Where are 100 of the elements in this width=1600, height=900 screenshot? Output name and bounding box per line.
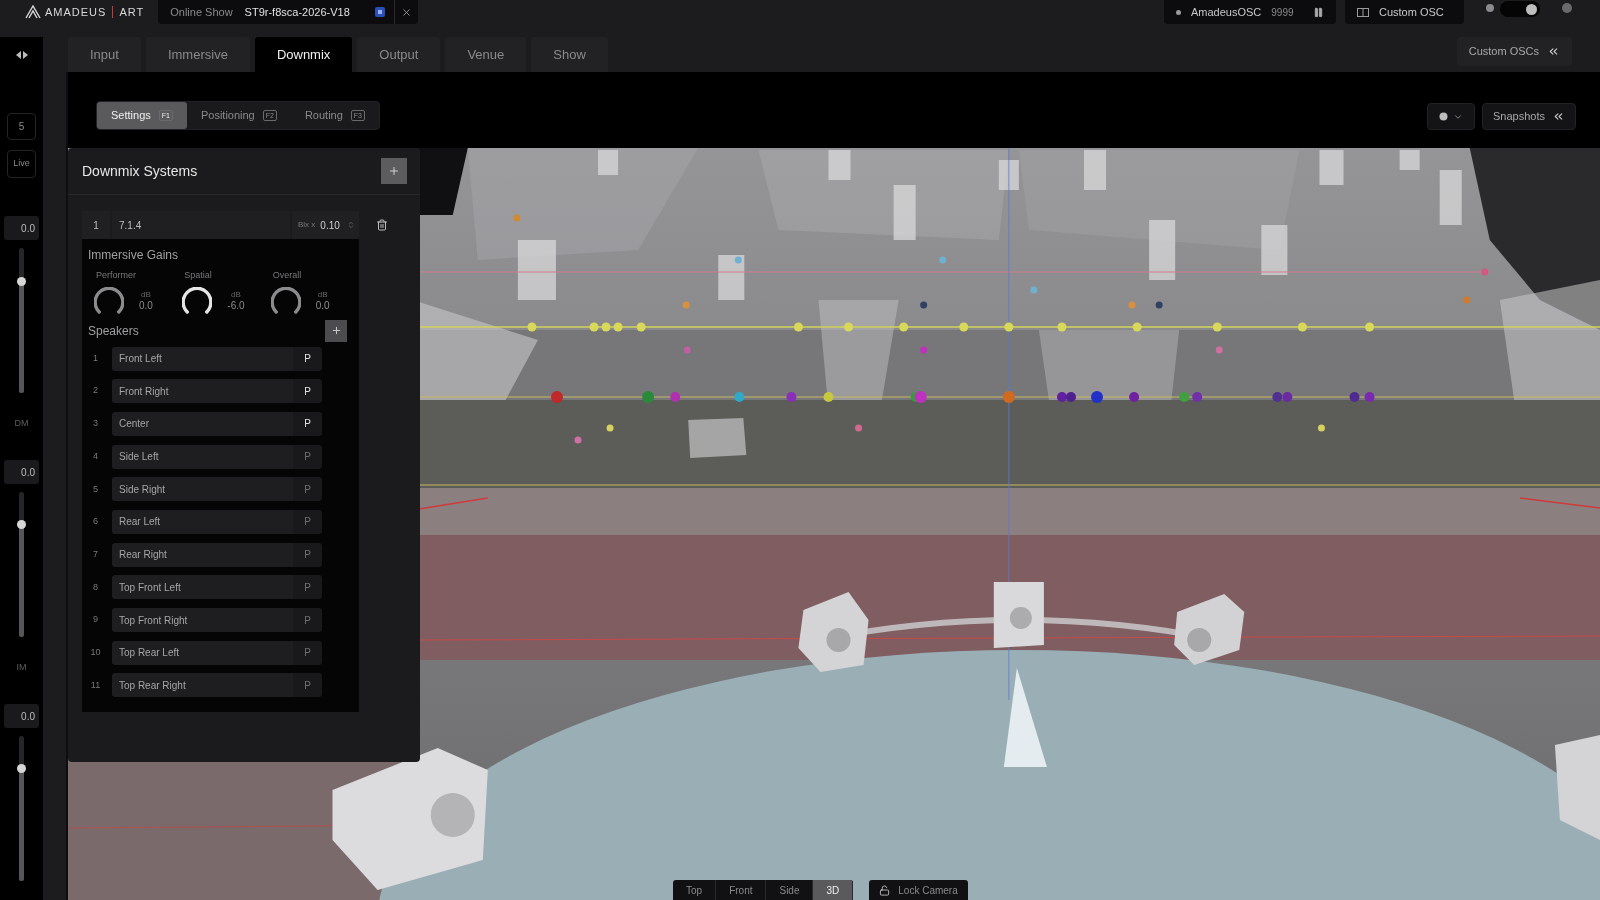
nav-tab[interactable]: Immersive xyxy=(145,37,250,72)
plus-icon xyxy=(330,325,342,336)
speaker-p-button[interactable]: P xyxy=(293,608,322,632)
fader-track[interactable] xyxy=(19,736,24,881)
fader-handle[interactable] xyxy=(17,277,26,287)
collapse-icon xyxy=(1547,45,1560,58)
fader-handle[interactable] xyxy=(17,519,26,529)
nav-tab[interactable]: Input xyxy=(68,37,141,72)
system-name-field[interactable]: 7.1.4 xyxy=(112,211,290,239)
fader-label: IM xyxy=(16,661,27,674)
speaker-name-field[interactable]: Side Right xyxy=(112,477,293,502)
lock-camera-button[interactable]: Lock Camera xyxy=(869,880,968,900)
trash-icon xyxy=(376,219,388,231)
toggle-switch[interactable] xyxy=(1500,1,1540,17)
speaker-index: 11 xyxy=(89,678,102,692)
speaker-name-field[interactable]: Top Rear Right xyxy=(112,673,293,698)
speaker-index: 5 xyxy=(92,482,99,496)
gain-unit: dB xyxy=(317,289,328,300)
nav-tab[interactable]: Downmix xyxy=(254,37,353,72)
speaker-name-field[interactable]: Rear Left xyxy=(112,509,293,534)
speaker-index: 8 xyxy=(92,580,99,594)
gain-label: Overall xyxy=(271,269,303,282)
speaker-p-button[interactable]: P xyxy=(293,509,322,534)
speaker-p-button[interactable]: P xyxy=(293,346,322,371)
speaker-name-field[interactable]: Top Rear Left xyxy=(112,640,293,665)
bias-field[interactable]: Blx x 0.10 xyxy=(292,211,359,239)
speaker-p-button[interactable]: P xyxy=(293,444,322,469)
nav-tab[interactable]: Show xyxy=(531,37,608,72)
close-icon xyxy=(401,6,413,18)
fader-handle[interactable] xyxy=(17,763,26,773)
snapshots-button[interactable]: Snapshots xyxy=(1482,103,1576,130)
nav-tab[interactable]: Output xyxy=(357,37,441,72)
fader-value-field[interactable]: 0.0 xyxy=(4,704,39,728)
gain-unit: dB xyxy=(231,289,241,300)
speaker-p-button[interactable]: P xyxy=(293,673,322,698)
plus-icon xyxy=(388,165,400,177)
logo-product: ART xyxy=(119,4,145,20)
speaker-p-button[interactable]: P xyxy=(293,542,322,567)
gain-knob[interactable] xyxy=(270,286,301,315)
fader-value-field[interactable]: 0.0 xyxy=(4,216,39,240)
speaker-p-button[interactable]: P xyxy=(293,640,322,665)
add-speaker-button[interactable] xyxy=(325,319,347,342)
speaker-index: 3 xyxy=(92,417,99,431)
pause-icon[interactable] xyxy=(1313,6,1324,18)
speaker-name-field[interactable]: Front Left xyxy=(112,346,293,371)
gain-value: 0.0 xyxy=(139,299,153,312)
square-icon[interactable] xyxy=(374,6,387,18)
gain-label: Performer xyxy=(95,269,137,282)
fader-track[interactable] xyxy=(19,248,24,393)
panel-toggle-button[interactable] xyxy=(0,37,43,73)
speaker-name-field[interactable]: Side Left xyxy=(112,444,293,469)
gain-unit: dB xyxy=(141,289,151,300)
nav-tab[interactable]: Venue xyxy=(445,37,527,72)
speaker-index: 9 xyxy=(92,613,99,627)
osc-port: 9999 xyxy=(1271,5,1294,20)
view-mode-button[interactable]: 3D xyxy=(813,880,854,900)
speaker-index: 2 xyxy=(92,384,99,398)
osc-status[interactable]: AmadeusOSC 9999 xyxy=(1164,0,1336,24)
scene-number[interactable]: 5 xyxy=(7,113,36,140)
delete-button[interactable] xyxy=(374,217,390,233)
custom-osc-button[interactable]: Custom OSC xyxy=(1345,0,1464,24)
fader-value-field[interactable]: 0.0 xyxy=(4,460,39,484)
gain-label: Spatial xyxy=(183,269,213,282)
custom-oscs-button[interactable]: Custom OSCs xyxy=(1456,37,1572,66)
fader-track[interactable] xyxy=(19,492,24,637)
live-mode-button[interactable]: Live xyxy=(7,150,36,178)
bias-value: 0.10 xyxy=(320,218,340,233)
show-name: ST9r-f8sca-2026-V18 xyxy=(244,4,350,20)
speaker-p-button[interactable]: P xyxy=(293,411,322,436)
logo-icon xyxy=(25,5,41,19)
gain-value: -6.0 xyxy=(227,299,245,312)
speaker-index: 4 xyxy=(92,449,99,463)
view-menu-button[interactable] xyxy=(1427,103,1475,130)
view-mode-button[interactable]: Top xyxy=(673,880,717,900)
fader-label: DM xyxy=(14,417,29,430)
gain-knob[interactable] xyxy=(94,286,124,315)
show-tab-label: Online Show xyxy=(170,4,233,20)
logo-name: AMADEUS xyxy=(45,4,107,20)
speaker-name-field[interactable]: Front Right xyxy=(112,379,293,404)
speaker-name-field[interactable]: Top Front Left xyxy=(112,575,293,600)
speaker-index: 1 xyxy=(92,351,99,365)
speaker-name-field[interactable]: Rear Right xyxy=(112,542,293,567)
show-tab[interactable]: Online Show ST9r-f8sca-2026-V18 xyxy=(158,0,419,24)
bias-label: Blx x xyxy=(298,219,316,231)
arrows-icon xyxy=(15,51,28,59)
unlocked-padlock-icon xyxy=(879,884,891,896)
speaker-p-button[interactable]: P xyxy=(293,379,322,404)
speaker-index: 6 xyxy=(92,515,99,529)
osc-label: AmadeusOSC xyxy=(1191,4,1262,20)
speaker-p-button[interactable]: P xyxy=(293,477,322,502)
dot-icon xyxy=(1439,112,1448,121)
speaker-p-button[interactable]: P xyxy=(293,575,322,600)
system-index: 1 xyxy=(82,211,110,239)
panel-title: Downmix Systems xyxy=(82,161,198,181)
switch-knob xyxy=(1526,3,1537,15)
speakers-title: Speakers xyxy=(88,322,139,340)
speaker-index: 10 xyxy=(89,645,102,659)
speaker-name-field[interactable]: Top Front Right xyxy=(112,608,293,632)
view-mode-button[interactable]: Front xyxy=(716,880,767,900)
speaker-name-field[interactable]: Center xyxy=(112,411,293,436)
